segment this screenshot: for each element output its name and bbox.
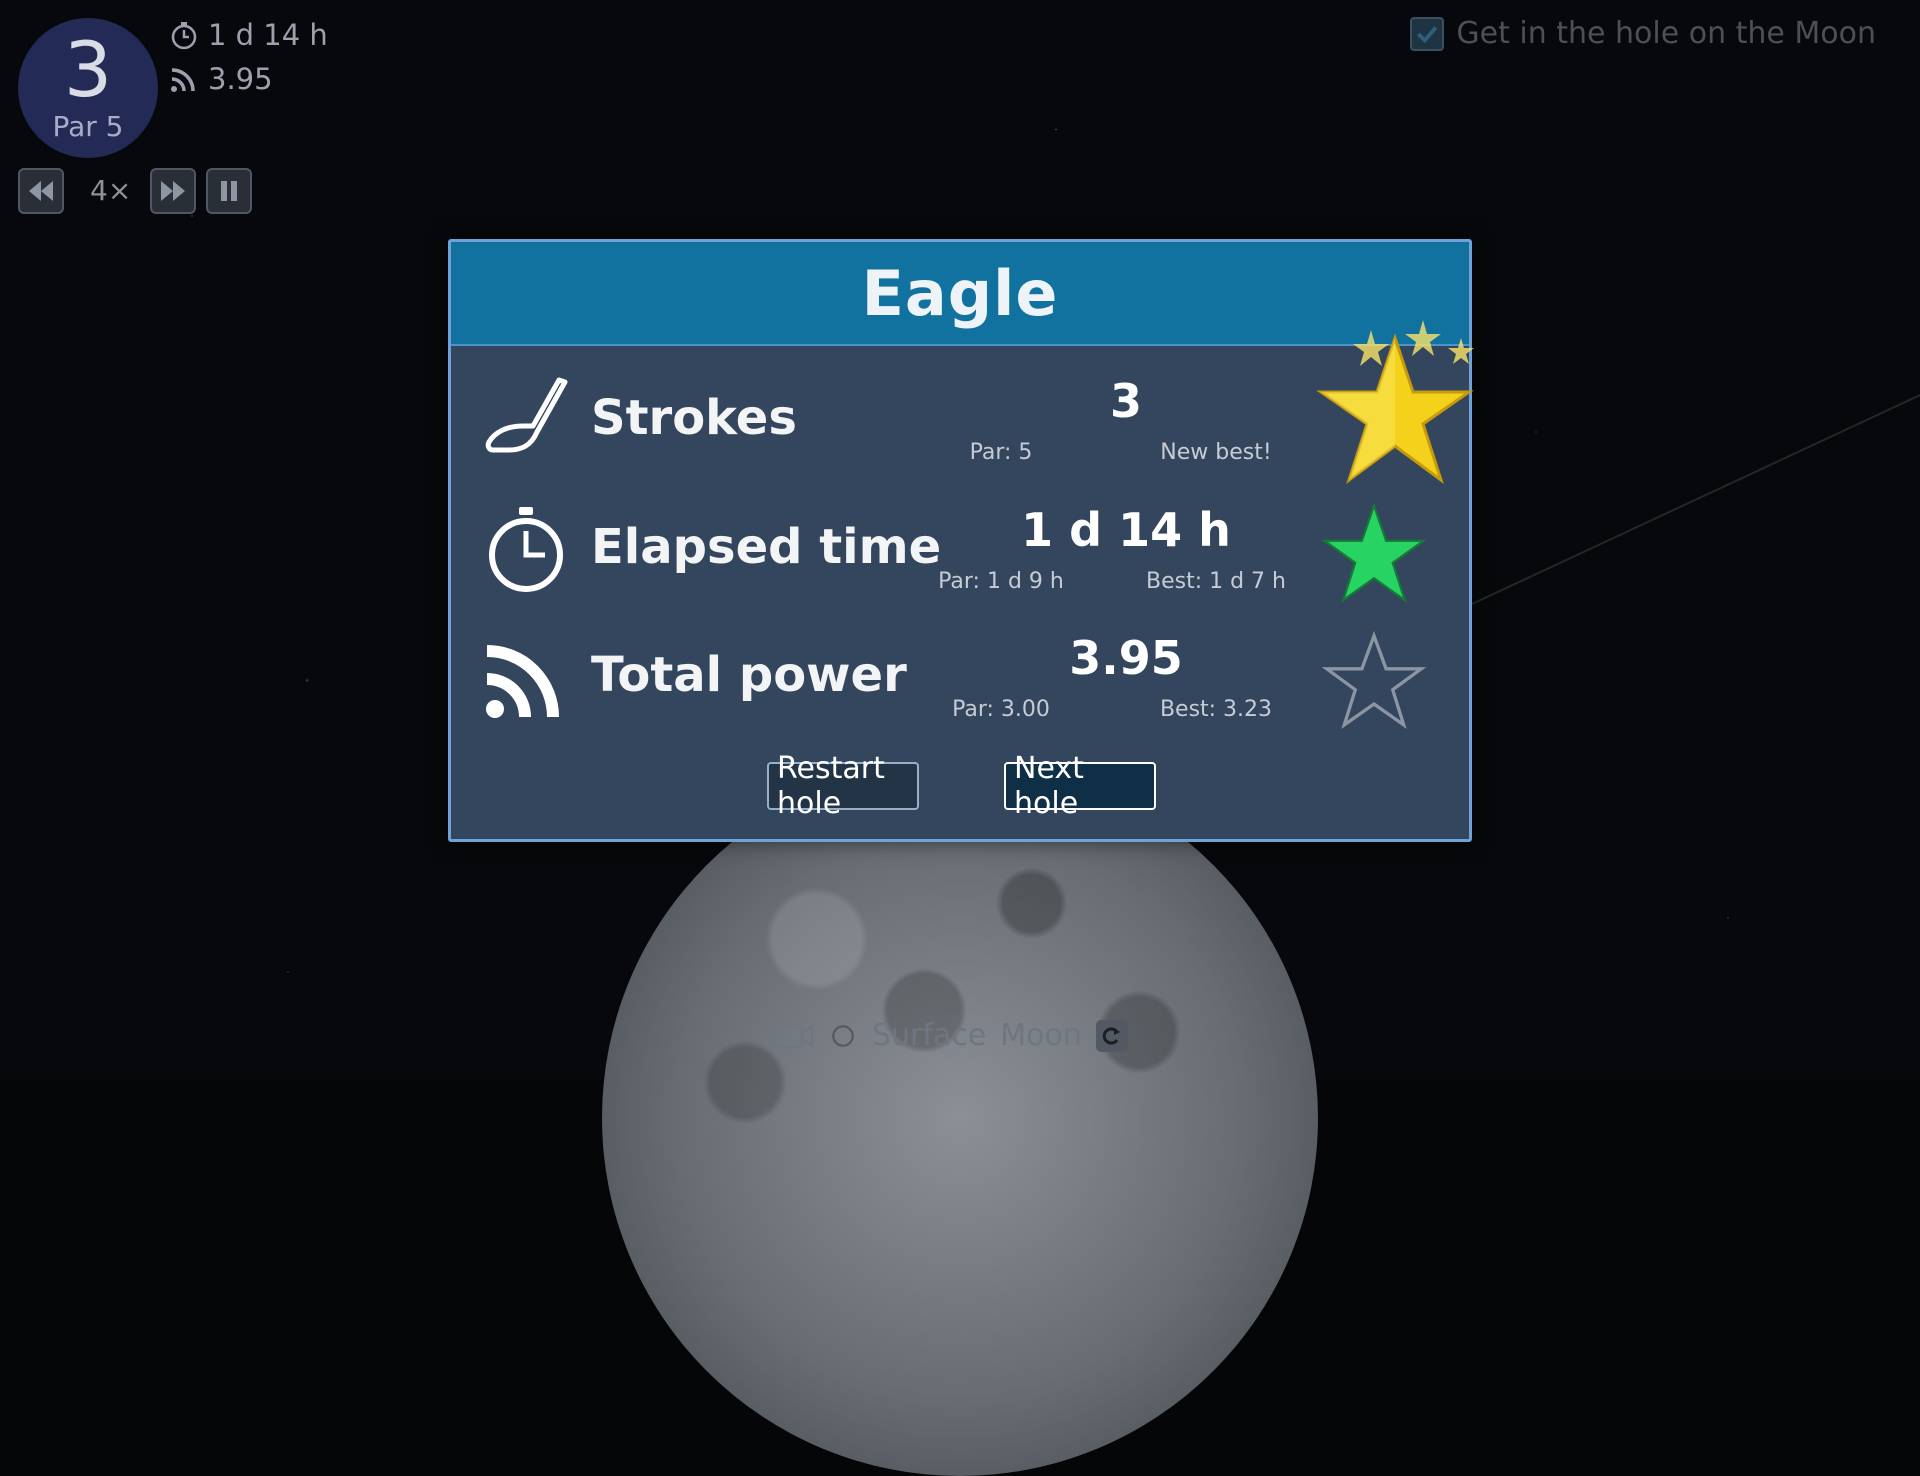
- stat-row-total-power: Total power 3.95 Par: 3.00 Best: 3.23: [451, 631, 1469, 753]
- checkmark-icon: [1417, 25, 1438, 43]
- camera-icon[interactable]: [770, 1019, 814, 1053]
- stopwatch-icon: [489, 507, 563, 592]
- row-value: 1 d 14 h: [1021, 503, 1231, 557]
- hole-badge: 3 Par 5: [18, 18, 158, 158]
- modal-title: Eagle: [861, 256, 1059, 330]
- fast-forward-icon: [161, 181, 185, 201]
- hud-time-value: 1 d 14 h: [208, 18, 328, 52]
- stopwatch-icon: [171, 22, 197, 50]
- row-value: 3.95: [1069, 631, 1183, 685]
- row-par: Par: 3.00: [952, 697, 1050, 722]
- hud-power-value: 3.95: [208, 62, 273, 96]
- rewind-icon: [29, 181, 53, 201]
- power-arcs-icon: [171, 68, 195, 92]
- golf-club-icon: [485, 377, 568, 453]
- row-value: 3: [1109, 374, 1142, 428]
- row-best: New best!: [1160, 440, 1272, 465]
- score-modal: Eagle Strokes 3 Par: 5 New best! Elapsed…: [448, 239, 1474, 842]
- restart-hole-button[interactable]: Restart hole: [767, 751, 919, 821]
- objective: Get in the hole on the Moon: [1410, 16, 1876, 51]
- stat-row-elapsed-time: Elapsed time 1 d 14 h Par: 1 d 9 h Best:…: [451, 502, 1469, 625]
- target-icon: [832, 1024, 854, 1047]
- hud-time: 1 d 14 h: [168, 18, 328, 52]
- camera-bar: Surface Moon: [770, 1018, 1128, 1053]
- camera-mode[interactable]: Surface: [872, 1018, 986, 1053]
- power-arcs-icon: [486, 645, 559, 718]
- fast-forward-button[interactable]: [150, 168, 196, 214]
- next-hole-button[interactable]: Next hole: [1004, 751, 1156, 821]
- row-par: Par: 5: [969, 440, 1033, 465]
- objective-text: Get in the hole on the Moon: [1456, 16, 1876, 51]
- empty-star-icon: [1321, 631, 1427, 730]
- row-label: Strokes: [591, 390, 797, 446]
- pause-button[interactable]: [206, 168, 252, 214]
- speed-indicator: 4×: [90, 174, 132, 207]
- row-best: Best: 3.23: [1159, 697, 1273, 722]
- row-label: Total power: [591, 647, 907, 703]
- gold-star-icon: [1316, 320, 1474, 484]
- row-best: Best: 1 d 7 h: [1145, 569, 1286, 594]
- pause-icon: [221, 181, 237, 201]
- camera-body[interactable]: Moon: [1000, 1018, 1082, 1053]
- row-label: Elapsed time: [591, 519, 942, 575]
- hole-number: 3: [63, 25, 113, 114]
- moon-planet: [602, 760, 1318, 1476]
- cycle-camera-button[interactable]: [1095, 1019, 1128, 1052]
- objective-checkbox[interactable]: [1410, 16, 1445, 51]
- cycle-icon: [1102, 1027, 1120, 1044]
- hole-par: Par 5: [52, 110, 124, 143]
- hud-power: 3.95: [168, 62, 273, 96]
- rewind-button[interactable]: [18, 168, 64, 214]
- row-par: Par: 1 d 9 h: [938, 569, 1064, 594]
- green-star-icon: [1321, 502, 1427, 604]
